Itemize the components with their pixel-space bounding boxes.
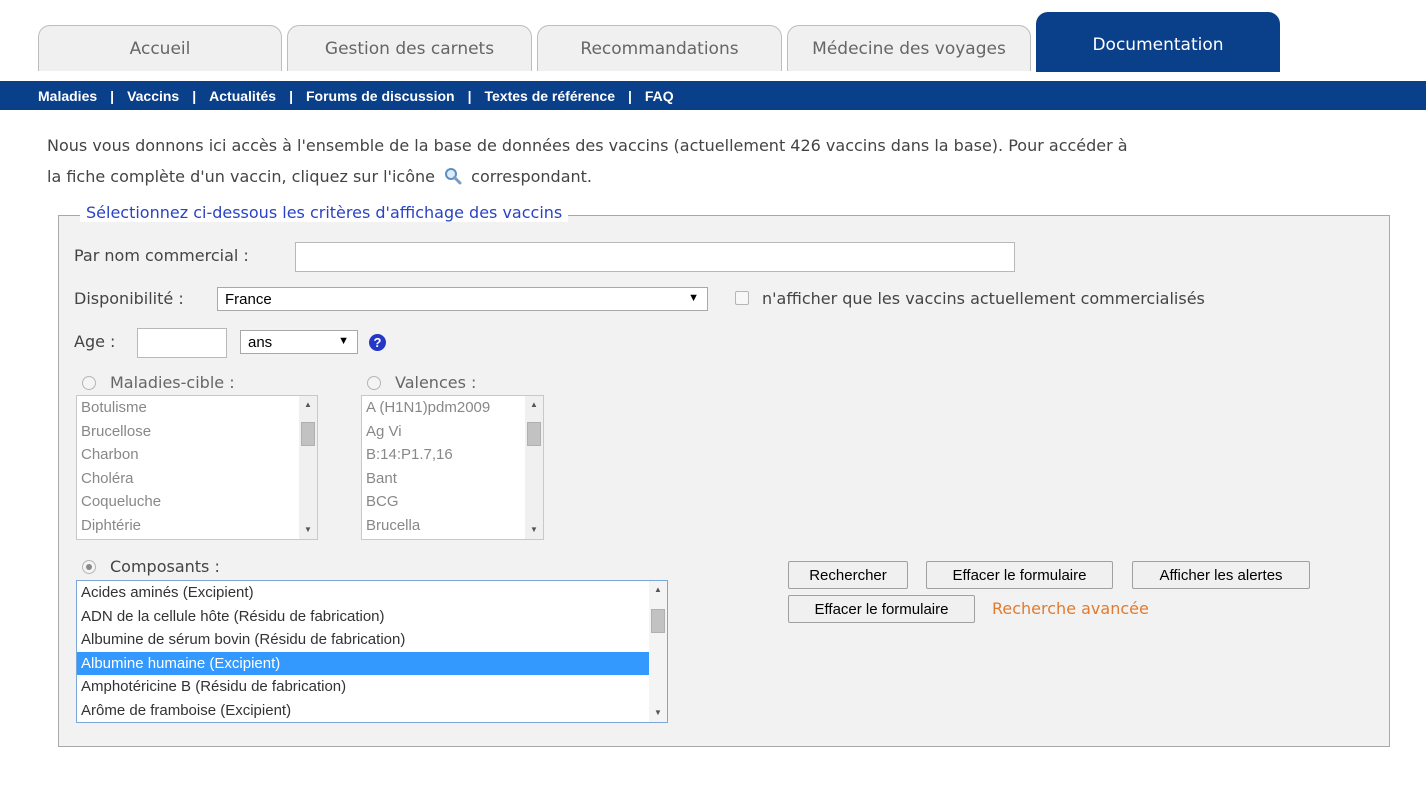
composants-label: Composants : <box>110 557 220 576</box>
scroll-thumb[interactable] <box>651 609 665 633</box>
list-item[interactable]: Ag Vi <box>362 420 543 444</box>
commercialises-checkbox[interactable] <box>735 291 749 305</box>
list-item[interactable]: Albumine de sérum bovin (Résidu de fabri… <box>77 628 667 652</box>
maladies-radio[interactable] <box>82 376 96 390</box>
scroll-up-icon[interactable]: ▲ <box>525 396 543 414</box>
scroll-thumb[interactable] <box>301 422 315 446</box>
scroll-down-icon[interactable]: ▼ <box>525 521 543 539</box>
subnav-textes-reference[interactable]: Textes de référence <box>485 88 615 104</box>
valences-label: Valences : <box>395 373 477 392</box>
scroll-up-icon[interactable]: ▲ <box>299 396 317 414</box>
criteria-legend: Sélectionnez ci-dessous les critères d'a… <box>80 203 569 222</box>
subnav-vaccins[interactable]: Vaccins <box>127 88 179 104</box>
tab-gestion-des-carnets[interactable]: Gestion des carnets <box>287 25 532 71</box>
nom-commercial-input[interactable] <box>295 242 1015 272</box>
maladies-listbox[interactable]: Botulisme Brucellose Charbon Choléra Coq… <box>76 395 318 540</box>
list-item[interactable]: Coqueluche <box>77 490 317 514</box>
valences-listbox[interactable]: A (H1N1)pdm2009 Ag Vi B:14:P1.7,16 Bant … <box>361 395 544 540</box>
rechercher-button[interactable]: Rechercher <box>788 561 908 589</box>
subnav-maladies[interactable]: Maladies <box>38 88 97 104</box>
subnav-bar: Maladies | Vaccins | Actualités | Forums… <box>0 81 1426 110</box>
age-unit-value: ans <box>248 333 273 351</box>
scrollbar[interactable]: ▲ ▼ <box>649 581 667 722</box>
composants-listbox[interactable]: Acides aminés (Excipient) ADN de la cell… <box>76 580 668 723</box>
subnav-separator: | <box>289 87 293 104</box>
magnifier-icon <box>445 168 462 185</box>
list-item[interactable]: Acides aminés (Excipient) <box>77 581 667 605</box>
scrollbar[interactable]: ▲ ▼ <box>299 396 317 539</box>
dropdown-arrow-icon: ▼ <box>338 335 349 347</box>
list-item[interactable]: BCG <box>362 490 543 514</box>
list-item[interactable]: B:14:P1.7,16 <box>362 443 543 467</box>
age-label: Age : <box>74 332 116 351</box>
disponibilite-value: France <box>225 290 272 308</box>
commercialises-label: n'afficher que les vaccins actuellement … <box>762 289 1205 308</box>
disponibilite-select[interactable]: France ▼ <box>217 287 708 311</box>
help-icon[interactable]: ? <box>369 334 386 351</box>
list-item[interactable]: Charbon <box>77 443 317 467</box>
intro-line-2: la fiche complète d'un vaccin, cliquez s… <box>47 161 1417 192</box>
disponibilite-label: Disponibilité : <box>74 289 184 308</box>
scroll-up-icon[interactable]: ▲ <box>649 581 667 599</box>
age-unit-select[interactable]: ans ▼ <box>240 330 358 354</box>
subnav-faq[interactable]: FAQ <box>645 88 674 104</box>
subnav-separator: | <box>467 87 472 104</box>
list-item[interactable]: Amphotéricine B (Résidu de fabrication) <box>77 675 667 699</box>
list-item[interactable]: Arôme de framboise (Excipient) <box>77 699 667 723</box>
age-input[interactable] <box>137 328 227 358</box>
composants-radio[interactable] <box>82 560 96 574</box>
subnav-actualites[interactable]: Actualités <box>209 88 276 104</box>
intro-line-2-after: correspondant. <box>471 167 592 186</box>
list-item[interactable]: Bant <box>362 467 543 491</box>
tab-recommandations[interactable]: Recommandations <box>537 25 782 71</box>
afficher-alertes-button[interactable]: Afficher les alertes <box>1132 561 1310 589</box>
tab-documentation[interactable]: Documentation <box>1036 12 1280 72</box>
tab-medecine-des-voyages[interactable]: Médecine des voyages <box>787 25 1031 71</box>
maladies-label: Maladies-cible : <box>110 373 235 392</box>
scrollbar[interactable]: ▲ ▼ <box>525 396 543 539</box>
subnav-forums[interactable]: Forums de discussion <box>306 88 455 104</box>
intro-line-1: Nous vous donnons ici accès à l'ensemble… <box>47 136 1128 155</box>
scroll-down-icon[interactable]: ▼ <box>299 521 317 539</box>
list-item[interactable]: Brucellose <box>77 420 317 444</box>
subnav-separator: | <box>192 87 197 104</box>
tab-accueil[interactable]: Accueil <box>38 25 282 71</box>
scroll-down-icon[interactable]: ▼ <box>649 704 667 722</box>
list-item[interactable]: Choléra <box>77 467 317 491</box>
scroll-thumb[interactable] <box>527 422 541 446</box>
effacer-formulaire-button[interactable]: Effacer le formulaire <box>926 561 1113 589</box>
recherche-avancee-link[interactable]: Recherche avancée <box>992 599 1149 618</box>
list-item[interactable]: ADN de la cellule hôte (Résidu de fabric… <box>77 605 667 629</box>
list-item[interactable]: Diphtérie <box>77 514 317 538</box>
effacer-formulaire-button-2[interactable]: Effacer le formulaire <box>788 595 975 623</box>
subnav-separator: | <box>110 87 115 104</box>
nom-commercial-label: Par nom commercial : <box>74 246 249 265</box>
list-item-selected[interactable]: Albumine humaine (Excipient) <box>77 651 667 675</box>
intro-text: Nous vous donnons ici accès à l'ensemble… <box>47 130 1417 192</box>
dropdown-arrow-icon: ▼ <box>688 292 699 304</box>
list-item[interactable]: A (H1N1)pdm2009 <box>362 396 543 420</box>
list-item[interactable]: Botulisme <box>77 396 317 420</box>
valences-radio[interactable] <box>367 376 381 390</box>
intro-line-2-before: la fiche complète d'un vaccin, cliquez s… <box>47 167 435 186</box>
list-item[interactable]: Brucella <box>362 514 543 538</box>
subnav-separator: | <box>627 87 632 104</box>
